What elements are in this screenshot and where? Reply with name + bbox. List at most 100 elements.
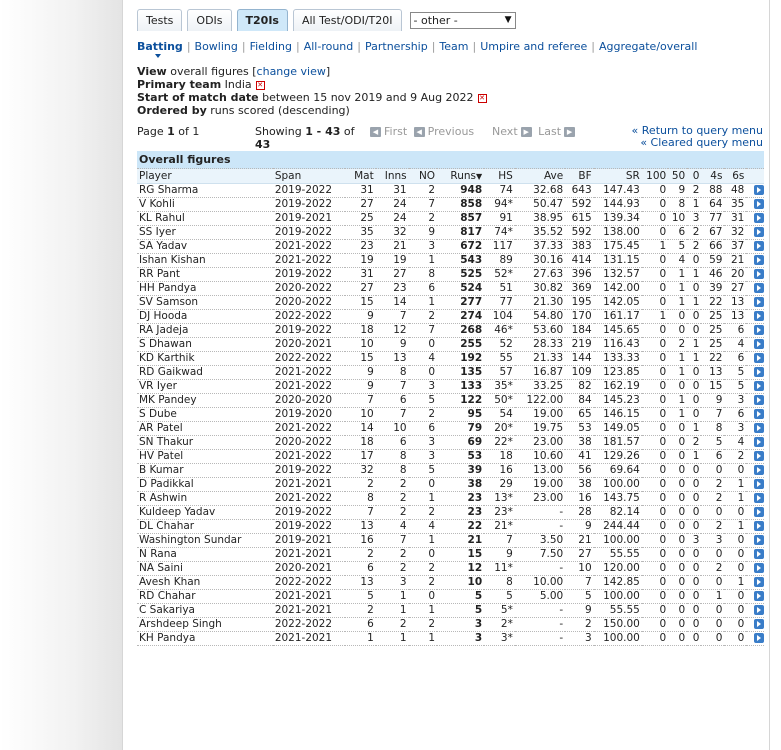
cell-player[interactable]: RD Chahar (137, 589, 273, 604)
row-detail-arrow-icon[interactable] (754, 549, 764, 559)
cell-player[interactable]: SA Yadav (137, 239, 273, 254)
row-detail-arrow-icon[interactable] (754, 493, 764, 503)
row-detail-arrow-icon[interactable] (754, 409, 764, 419)
cell-player[interactable]: Kuldeep Yadav (137, 505, 273, 520)
cell-player[interactable]: NA Saini (137, 561, 273, 576)
tab-tests[interactable]: Tests (137, 9, 183, 31)
cell-player[interactable]: MK Pandey (137, 393, 273, 408)
cell-player[interactable]: RR Pant (137, 267, 273, 282)
col-span[interactable]: Span (272, 168, 346, 184)
cell-player[interactable]: SV Samson (137, 295, 273, 310)
row-detail-arrow-icon[interactable] (754, 465, 764, 475)
col-sr[interactable]: SR (593, 168, 642, 184)
col-mat[interactable]: Mat (345, 168, 376, 184)
change-view-link[interactable]: change view (257, 65, 326, 78)
tab-odis[interactable]: ODIs (187, 9, 232, 31)
cell-player[interactable]: KL Rahul (137, 211, 273, 226)
row-detail-arrow-icon[interactable] (754, 423, 764, 433)
cell-player[interactable]: AR Patel (137, 421, 273, 436)
cell-player[interactable]: VR Iyer (137, 379, 273, 394)
cell-player[interactable]: HH Pandya (137, 281, 273, 296)
nav-fielding[interactable]: Fielding (250, 40, 292, 53)
row-detail-arrow-icon[interactable] (754, 269, 764, 279)
remove-team-icon[interactable]: ✕ (255, 80, 265, 90)
row-detail-arrow-icon[interactable] (754, 591, 764, 601)
cell-player[interactable]: SN Thakur (137, 435, 273, 450)
row-detail-arrow-icon[interactable] (754, 339, 764, 349)
nav-partnership[interactable]: Partnership (365, 40, 428, 53)
cell-player[interactable]: Arshdeep Singh (137, 617, 273, 632)
cell-player[interactable]: N Rana (137, 547, 273, 562)
previous-link[interactable]: Previous (428, 125, 475, 138)
next-link[interactable]: Next (492, 125, 518, 138)
col-ave[interactable]: Ave (514, 168, 566, 184)
cell-player[interactable]: R Ashwin (137, 491, 273, 506)
cell-player[interactable]: S Dhawan (137, 337, 273, 352)
remove-date-icon[interactable]: ✕ (477, 93, 487, 103)
row-detail-arrow-icon[interactable] (754, 213, 764, 223)
row-detail-arrow-icon[interactable] (754, 507, 764, 517)
cell-player[interactable]: RD Gaikwad (137, 365, 273, 380)
col-0[interactable]: 0 (687, 168, 702, 184)
cell-player[interactable]: S Dube (137, 407, 273, 422)
row-detail-arrow-icon[interactable] (754, 521, 764, 531)
col-4s[interactable]: 4s (701, 168, 725, 184)
row-detail-arrow-icon[interactable] (754, 199, 764, 209)
next-page-icon[interactable]: ▶ (520, 127, 532, 137)
col-runs[interactable]: Runs▼ (437, 168, 485, 184)
cell-player[interactable]: HV Patel (137, 449, 273, 464)
col-inns[interactable]: Inns (375, 168, 409, 184)
row-detail-arrow-icon[interactable] (754, 437, 764, 447)
cell-player[interactable]: RG Sharma (137, 183, 273, 198)
cell-player[interactable]: KH Pandya (137, 631, 273, 646)
row-detail-arrow-icon[interactable] (754, 283, 764, 293)
col-player[interactable]: Player (137, 168, 273, 184)
row-detail-arrow-icon[interactable] (754, 563, 764, 573)
nav-all-round[interactable]: All-round (304, 40, 354, 53)
row-detail-arrow-icon[interactable] (754, 479, 764, 489)
row-detail-arrow-icon[interactable] (754, 367, 764, 377)
cell-player[interactable]: Avesh Khan (137, 575, 273, 590)
col-hs[interactable]: HS (484, 168, 515, 184)
first-link[interactable]: First (384, 125, 407, 138)
row-detail-arrow-icon[interactable] (754, 353, 764, 363)
nav-team[interactable]: Team (439, 40, 468, 53)
row-detail-arrow-icon[interactable] (754, 311, 764, 321)
col-6s[interactable]: 6s (724, 168, 747, 184)
nav-umpire-referee[interactable]: Umpire and referee (480, 40, 587, 53)
row-detail-arrow-icon[interactable] (754, 241, 764, 251)
row-detail-arrow-icon[interactable] (754, 633, 764, 643)
last-link[interactable]: Last (538, 125, 561, 138)
cell-player[interactable]: B Kumar (137, 463, 273, 478)
row-detail-arrow-icon[interactable] (754, 255, 764, 265)
tab-t20is[interactable]: T20Is (236, 9, 288, 31)
cell-player[interactable]: KD Karthik (137, 351, 273, 366)
cell-player[interactable]: RA Jadeja (137, 323, 273, 338)
cell-player[interactable]: V Kohli (137, 197, 273, 212)
cell-player[interactable]: D Padikkal (137, 477, 273, 492)
col-100[interactable]: 100 (641, 168, 669, 184)
col-bf[interactable]: BF (565, 168, 594, 184)
cell-player[interactable]: Ishan Kishan (137, 253, 273, 268)
first-page-icon[interactable]: ◀ (370, 127, 381, 137)
previous-page-icon[interactable]: ◀ (413, 127, 425, 137)
nav-bowling[interactable]: Bowling (195, 40, 238, 53)
cell-player[interactable]: DL Chahar (137, 519, 273, 534)
col-no[interactable]: NO (408, 168, 438, 184)
row-detail-arrow-icon[interactable] (754, 297, 764, 307)
row-detail-arrow-icon[interactable] (754, 619, 764, 629)
cleared-query-link[interactable]: Cleared query menu (651, 136, 763, 149)
col-50[interactable]: 50 (668, 168, 688, 184)
row-detail-arrow-icon[interactable] (754, 577, 764, 587)
other-select[interactable]: - other - ▼ (409, 11, 516, 29)
row-detail-arrow-icon[interactable] (754, 185, 764, 195)
row-detail-arrow-icon[interactable] (754, 325, 764, 335)
row-detail-arrow-icon[interactable] (754, 451, 764, 461)
row-detail-arrow-icon[interactable] (754, 535, 764, 545)
cell-player[interactable]: Washington Sundar (137, 533, 273, 548)
row-detail-arrow-icon[interactable] (754, 605, 764, 615)
tab-all-formats[interactable]: All Test/ODI/T20I (292, 9, 402, 31)
row-detail-arrow-icon[interactable] (754, 227, 764, 237)
row-detail-arrow-icon[interactable] (754, 381, 764, 391)
cell-player[interactable]: DJ Hooda (137, 309, 273, 324)
